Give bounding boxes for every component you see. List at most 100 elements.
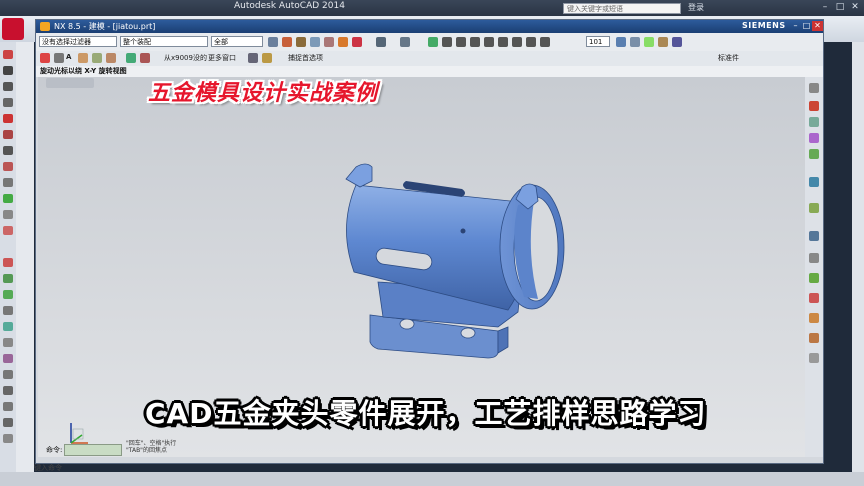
manufacturing-wizard-icon[interactable] (809, 313, 819, 323)
polyline-tool-icon[interactable] (3, 66, 13, 75)
wireframe-icon[interactable] (630, 37, 640, 47)
point-on-curve-icon[interactable] (540, 37, 550, 47)
intersection-icon[interactable] (498, 37, 508, 47)
reuse-library-link[interactable]: 标准件 (718, 53, 739, 63)
snap-preferences-link[interactable]: 捕捉首选项 (288, 53, 323, 63)
small-hole (460, 228, 466, 234)
scale-tool-icon[interactable] (3, 370, 13, 379)
perpendicular-icon[interactable] (512, 37, 522, 47)
autocad-app-menu-icon[interactable] (2, 18, 24, 40)
hd3d-tools-icon[interactable] (809, 149, 819, 159)
polygon-tool-icon[interactable] (3, 82, 13, 91)
assembly-navigator-icon[interactable] (809, 83, 819, 93)
move-tool-icon[interactable] (3, 338, 13, 347)
erase-tool-icon[interactable] (3, 258, 13, 267)
assembly-scope-select[interactable]: 整个装配 (120, 36, 208, 47)
rectangle-tool-icon[interactable] (3, 98, 13, 107)
selection-scope-select[interactable]: 全部 (211, 36, 263, 47)
offset-tool-icon[interactable] (3, 306, 13, 315)
nx-maximize-button[interactable]: □ (801, 21, 812, 31)
base-flange-right (497, 326, 509, 354)
menu-icon[interactable] (268, 37, 278, 47)
hole-icon[interactable] (78, 53, 88, 63)
quadrant-icon[interactable] (484, 37, 494, 47)
spline-tool-icon[interactable] (3, 146, 13, 155)
text-tool-icon[interactable] (3, 226, 13, 235)
command-hint: "回车"、空格"执行 "TAB"的回焦点 (126, 440, 177, 454)
fillet-tool-icon[interactable] (3, 418, 13, 427)
history-icon[interactable] (809, 203, 819, 213)
end-point-icon[interactable] (338, 37, 348, 47)
template-icon[interactable] (809, 333, 819, 343)
autocad-maximize-button[interactable]: □ (833, 1, 847, 13)
caption-top: 五金模具设计实战案例 (148, 81, 379, 106)
arc-tool-icon[interactable] (3, 114, 13, 123)
shaded-view-icon[interactable] (616, 37, 626, 47)
autocad-minimize-button[interactable]: – (818, 1, 832, 13)
autocad-draw-toolbar (0, 42, 16, 472)
autocad-modify-toolbar (16, 42, 34, 472)
autocad-right-scrollbar[interactable] (852, 42, 864, 472)
text-tool-label[interactable]: A (66, 53, 71, 61)
autocad-close-button[interactable]: ✕ (848, 1, 862, 13)
part-navigator-icon[interactable] (809, 117, 819, 127)
line-snap-icon[interactable] (442, 37, 452, 47)
autocad-login-link[interactable]: 登录 (688, 2, 704, 13)
explode-tool-icon[interactable] (3, 434, 13, 443)
nx-minimize-button[interactable]: – (790, 21, 801, 31)
command-input[interactable] (64, 444, 122, 456)
measure-icon[interactable] (672, 37, 682, 47)
nx-close-button[interactable]: ✕ (812, 21, 823, 31)
extend-tool-icon[interactable] (3, 402, 13, 411)
system-scene-icon[interactable] (809, 293, 819, 303)
reuse-library-icon[interactable] (809, 133, 819, 143)
section-view-icon[interactable] (658, 37, 668, 47)
mirror-tool-icon[interactable] (3, 290, 13, 299)
constraint-navigator-icon[interactable] (809, 101, 819, 111)
scale-select[interactable]: 101 (586, 36, 610, 47)
select-face-icon[interactable] (310, 37, 320, 47)
blend-icon[interactable] (92, 53, 102, 63)
more-windows-link[interactable]: 更多窗口 (208, 53, 236, 63)
copy-tool-icon[interactable] (3, 274, 13, 283)
ellipse-tool-icon[interactable] (3, 162, 13, 171)
system-materials-icon[interactable] (809, 231, 819, 241)
select-icon[interactable] (126, 53, 136, 63)
trim-tool-icon[interactable] (3, 386, 13, 395)
arc-center-icon[interactable] (470, 37, 480, 47)
type-filter-select[interactable]: 没有选择过滤器 (39, 36, 117, 47)
circle-tool-icon[interactable] (3, 130, 13, 139)
measure-distance-icon[interactable] (140, 53, 150, 63)
flange-hole-left (399, 318, 415, 330)
nx-title-bar: NX 8.5 - 建模 - [jiatou.prt] SIEMENS – □ ✕ (36, 20, 823, 33)
cascade-icon[interactable] (262, 53, 272, 63)
roles-icon[interactable] (809, 273, 819, 283)
hatch-tool-icon[interactable] (3, 194, 13, 203)
control-point-icon[interactable] (376, 37, 386, 47)
grid-snap-icon[interactable] (428, 37, 438, 47)
mid-point-icon[interactable] (352, 37, 362, 47)
line-tool-icon[interactable] (3, 50, 13, 59)
tangent-icon[interactable] (526, 37, 536, 47)
array-tool-icon[interactable] (3, 322, 13, 331)
palette-icon[interactable] (809, 353, 819, 363)
view-orient-icon[interactable] (400, 37, 410, 47)
rotate-tool-icon[interactable] (3, 354, 13, 363)
sketch-icon[interactable] (40, 53, 50, 63)
curve-snap-icon[interactable] (456, 37, 466, 47)
snap-point-icon[interactable] (324, 37, 334, 47)
block-tool-icon[interactable] (3, 178, 13, 187)
select-feature-icon[interactable] (296, 37, 306, 47)
autocad-search-input[interactable]: 键入关键字或短语 (563, 3, 681, 14)
select-all-icon[interactable] (282, 37, 292, 47)
top-tab-left (345, 163, 373, 188)
window-icon[interactable] (248, 53, 258, 63)
chamfer-icon[interactable] (106, 53, 116, 63)
extrude-icon[interactable] (54, 53, 64, 63)
autocad-command-input[interactable]: 键入命令 (34, 463, 114, 472)
web-browser-icon[interactable] (809, 177, 819, 187)
process-studio-icon[interactable] (809, 253, 819, 263)
nx-utility-toolbar: A 从x9009没的 更多窗口 捕捉首选项 标准件 (36, 51, 823, 67)
table-tool-icon[interactable] (3, 210, 13, 219)
layer-icon[interactable] (644, 37, 654, 47)
